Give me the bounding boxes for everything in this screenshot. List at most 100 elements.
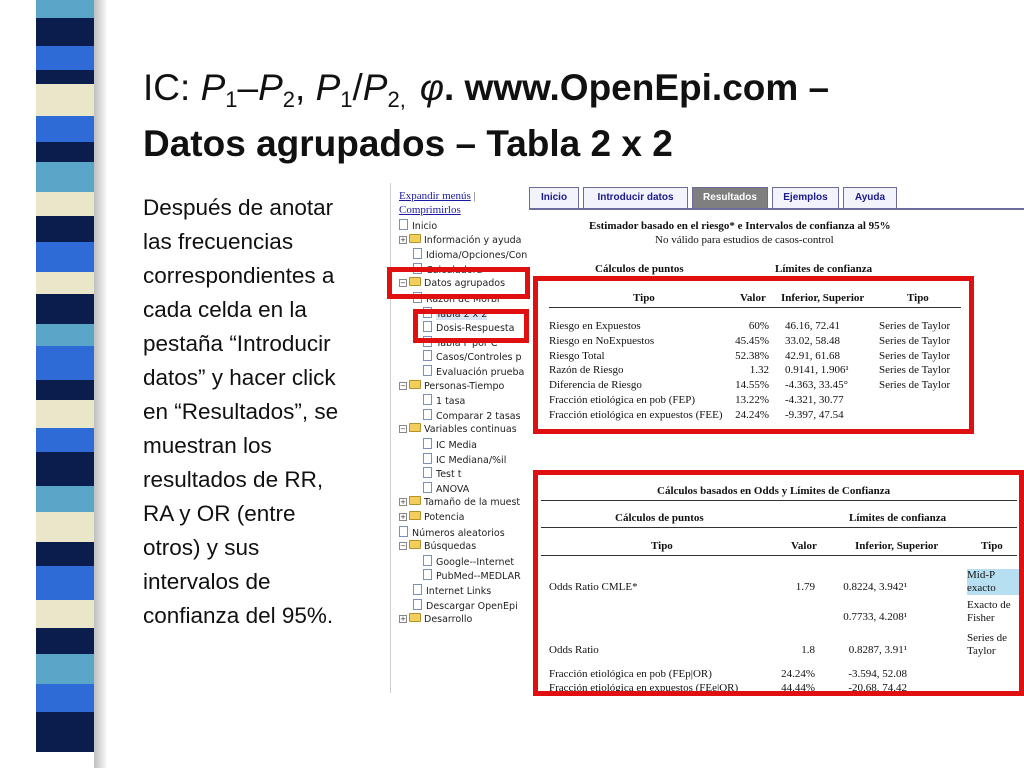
menu-item[interactable]: − Búsquedas — [399, 540, 476, 554]
menu-item[interactable]: + Tamaño de la muest — [399, 496, 520, 510]
doc-icon — [423, 467, 432, 479]
menu-item-label: PubMed--MEDLAR — [436, 571, 521, 583]
menu-item-label: Variables continuas — [424, 424, 517, 436]
folder-icon — [409, 511, 421, 520]
menu-item-label: Test t — [436, 469, 462, 481]
menu-item-label: IC Media — [436, 440, 477, 451]
stripe — [36, 712, 94, 752]
menu-item-label: Casos/Controles p — [436, 352, 522, 364]
menu-item[interactable]: PubMed--MEDLAR — [423, 569, 521, 583]
menu-item[interactable]: IC Mediana/%il — [423, 452, 507, 467]
menu-item-label: Descargar OpenEpi — [426, 600, 518, 612]
highlight-odds-results — [533, 470, 1024, 696]
doc-icon — [413, 584, 422, 595]
menu-item[interactable]: IC Media — [423, 438, 477, 452]
folder-icon — [409, 423, 421, 433]
stripe — [36, 542, 94, 566]
menu-item[interactable]: Casos/Controles p — [423, 350, 522, 364]
menu-item[interactable]: + Desarrollo — [399, 613, 472, 627]
menu-item-label: Inicio — [412, 221, 438, 232]
menu-item[interactable]: − Personas-Tiempo — [399, 379, 505, 394]
expand-menus-link[interactable]: Expandir menús — [399, 190, 471, 202]
title-line-1: IC: P1–P2, P1/P2, φ. www.OpenEpi.com – — [143, 67, 830, 112]
menu-item[interactable]: + Información y ayuda — [399, 233, 521, 248]
stripe — [36, 142, 94, 162]
doc-icon — [423, 408, 432, 420]
tab-ayuda[interactable]: Ayuda — [843, 187, 897, 208]
menu-item[interactable]: + Potencia — [399, 511, 464, 525]
stripe — [36, 242, 94, 272]
stripe — [36, 512, 94, 542]
stripe — [36, 628, 94, 654]
menu-item[interactable]: ANOVA — [423, 481, 470, 496]
risk-note: No válido para estudios de casos-control — [655, 234, 834, 246]
menu-item-label: 1 tasa — [436, 396, 466, 408]
stripe — [36, 400, 94, 428]
stripe — [36, 192, 94, 216]
tab-inicio[interactable]: Inicio — [529, 187, 579, 208]
menu-item[interactable]: Test t — [423, 467, 461, 481]
menu-item-label: Tamaño de la muest — [424, 497, 521, 509]
slide-body-text: Después de anotar las frecuencias corres… — [143, 195, 339, 628]
tab-ejemplos[interactable]: Ejemplos — [772, 187, 839, 208]
menu-item[interactable]: − Variables continuas — [399, 423, 517, 437]
folder-icon — [409, 379, 421, 389]
menu-item[interactable]: Idioma/Opciones/Con — [413, 248, 527, 262]
stripe — [36, 654, 94, 684]
menu-item-label: Evaluación prueba — [436, 367, 525, 378]
menu-item[interactable]: Inicio — [399, 219, 437, 233]
menu-item[interactable]: 1 tasa — [423, 394, 465, 408]
tab-introducir-datos[interactable]: Introducir datos — [583, 187, 688, 208]
expand-icon[interactable]: + — [399, 513, 407, 521]
highlight-risk-results — [533, 276, 974, 434]
risk-limits-header: Límites de confianza — [775, 263, 873, 275]
menu-item-label: Búsquedas — [424, 541, 477, 553]
stripe — [36, 216, 94, 242]
stripe — [36, 18, 94, 46]
stripe — [36, 566, 94, 600]
menu-item[interactable]: Descargar OpenEpi — [413, 598, 518, 613]
doc-icon — [423, 569, 432, 581]
menu-item[interactable]: Internet Links — [413, 584, 491, 598]
folder-icon — [409, 233, 421, 243]
menu-links: Expandir menús | Comprimirlos — [399, 190, 476, 216]
collapse-icon[interactable]: − — [399, 381, 407, 390]
stripe — [36, 346, 94, 380]
slide-title: IC: P1–P2, P1/P2, φ. www.OpenEpi.com – Da… — [143, 66, 1003, 166]
doc-icon — [423, 350, 432, 362]
menu-item-label: IC Mediana/%il — [436, 454, 507, 466]
collapse-icon[interactable]: − — [399, 425, 407, 434]
menu-item-label: Personas-Tiempo — [424, 380, 505, 392]
stripe-edge-shadow — [94, 0, 108, 768]
doc-icon — [423, 438, 432, 449]
expand-icon[interactable]: + — [399, 615, 407, 624]
risk-heading: Estimador basado en el riesgo* e Interva… — [589, 220, 891, 232]
menu-item[interactable]: Evaluación prueba — [423, 365, 524, 379]
stripe — [36, 600, 94, 628]
doc-icon — [423, 365, 432, 376]
menu-item[interactable]: Google--Internet — [423, 554, 514, 569]
expand-icon[interactable]: + — [399, 498, 407, 507]
highlight-datos-agrupados — [387, 267, 530, 299]
doc-icon — [413, 598, 422, 610]
stripe — [36, 70, 94, 84]
menu-item-label: Potencia — [424, 512, 465, 523]
expand-icon[interactable]: + — [399, 235, 407, 244]
doc-icon — [423, 394, 432, 406]
stripe — [36, 162, 94, 192]
menu-item[interactable]: Números aleatorios — [399, 525, 505, 540]
menu-item-label: Números aleatorios — [412, 527, 505, 539]
stripe — [36, 46, 94, 70]
highlight-tabla-2x2 — [413, 309, 529, 343]
tab-resultados[interactable]: Resultados — [692, 187, 768, 208]
menu-item[interactable]: Comparar 2 tasas — [423, 408, 521, 423]
collapse-menus-link[interactable]: Comprimirlos — [399, 204, 461, 216]
stripe — [36, 486, 94, 512]
stripe — [36, 452, 94, 486]
title-line-2: Datos agrupados – Tabla 2 x 2 — [143, 123, 673, 164]
menu-item-label: Internet Links — [426, 586, 492, 597]
folder-icon — [409, 496, 421, 506]
menu-item-label: ANOVA — [436, 483, 470, 495]
collapse-icon[interactable]: − — [399, 542, 407, 551]
decorative-stripe-band — [36, 0, 94, 768]
